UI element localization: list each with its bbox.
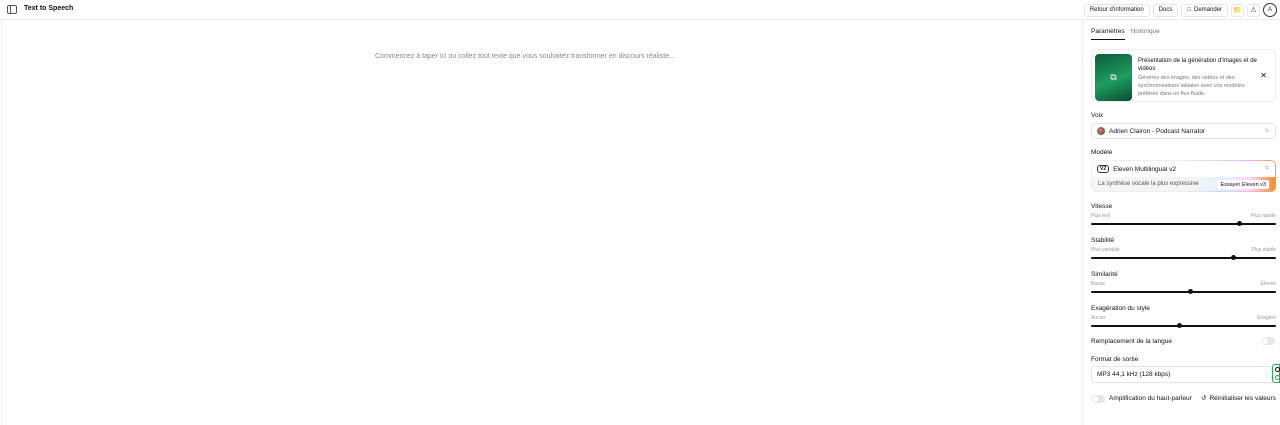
slider-title: Stabilité: [1091, 237, 1115, 244]
promo-thumbnail: ⧉: [1095, 54, 1132, 101]
slider-title: Exagération du style: [1091, 305, 1150, 312]
language-override-toggle[interactable]: [1261, 337, 1275, 345]
language-override-label: Remplacement de la langue: [1091, 338, 1172, 345]
floating-widget[interactable]: [1272, 364, 1280, 383]
voice-avatar: [1097, 127, 1105, 135]
slider-ends: Aucun Exagéré: [1091, 315, 1276, 321]
chevron-updown-icon: ⇅: [1264, 165, 1269, 171]
slider-speed: Vitesse Plus lent Plus rapide: [1091, 203, 1276, 226]
settings-panel: Paramètres Historique ⧉ Présentation de …: [1082, 20, 1280, 425]
reset-icon: ↺: [1201, 395, 1207, 402]
slider-ends: Plus variable Plus stable: [1091, 247, 1276, 253]
model-inner: V2 Eleven Multilingual v2 ⇅ La synthèse …: [1092, 161, 1275, 191]
text-editor[interactable]: Commencez à taper ici ou collez tout tex…: [2, 20, 1083, 425]
slider-track[interactable]: [1091, 221, 1276, 226]
promo-card[interactable]: ⧉ Présentation de la génération d'images…: [1091, 49, 1276, 102]
slider-title: Vitesse: [1091, 203, 1113, 210]
model-badge: V2: [1097, 165, 1110, 173]
avatar[interactable]: A: [1263, 3, 1277, 17]
slider-ends: Plus lent Plus rapide: [1091, 213, 1276, 219]
tab-settings[interactable]: Paramètres: [1091, 28, 1125, 40]
promo-title: Présentation de la génération d'images e…: [1138, 58, 1257, 72]
voice-name: Adrien Clairon - Podcast Narrator: [1109, 127, 1206, 135]
tab-history[interactable]: Historique: [1131, 28, 1160, 40]
model-subtitle: La synthèse vocale la plus expressive: [1098, 181, 1199, 187]
voice-select[interactable]: Adrien Clairon - Podcast Narrator ⇅: [1091, 123, 1276, 139]
model-label: Modèle: [1091, 149, 1113, 156]
model-select[interactable]: V2 Eleven Multilingual v2 ⇅ La synthèse …: [1091, 160, 1276, 192]
ask-button[interactable]: □ Demander: [1181, 3, 1228, 17]
panel-tabs: Paramètres Historique: [1091, 28, 1160, 40]
promo-description: Générez des images, des vidéos et des sy…: [1138, 75, 1245, 97]
slider-title: Similarité: [1091, 271, 1118, 278]
voice-label: Voix: [1091, 112, 1104, 119]
reset-label: Réinitialiser les valeurs: [1209, 394, 1276, 402]
slider-thumb[interactable]: [1230, 255, 1236, 260]
sidebar-toggle-icon[interactable]: [7, 5, 17, 14]
ask-button-label: Demander: [1193, 7, 1222, 13]
folder-icon[interactable]: 📁: [1231, 3, 1244, 17]
model-top: V2 Eleven Multilingual v2 ⇅: [1092, 161, 1275, 177]
slider-track[interactable]: [1091, 323, 1276, 328]
editor-placeholder: Commencez à taper ici ou collez tout tex…: [375, 53, 675, 60]
slider-min-label: Plus lent: [1091, 213, 1111, 219]
slider-max-label: Élevée: [1260, 281, 1276, 287]
page-title: Text to Speech: [24, 5, 74, 12]
chevron-updown-icon: ⇅: [1264, 128, 1269, 134]
slider-max-label: Plus stable: [1251, 247, 1276, 253]
bell-icon[interactable]: ⚠: [1247, 3, 1260, 17]
output-format-select[interactable]: MP3 44,1 kHz (128 kbps) ⌄: [1091, 366, 1276, 383]
slider-similarity: Similarité Basse Élevée: [1091, 271, 1276, 294]
slider-thumb[interactable]: [1236, 221, 1242, 226]
widget-icon: [1275, 375, 1280, 380]
chat-icon: □: [1187, 7, 1191, 13]
slider-max-label: Plus rapide: [1250, 213, 1276, 219]
chevron-down-icon: ⌄: [1264, 371, 1269, 377]
slider-min-label: Basse: [1091, 281, 1105, 287]
reset-button[interactable]: ↺ Réinitialiser les valeurs: [1201, 394, 1276, 403]
slider-min-label: Plus variable: [1091, 247, 1120, 253]
copy-icon: ⧉: [1110, 72, 1117, 82]
speaker-boost-label: Amplification du haut-parleur: [1109, 395, 1192, 402]
speaker-boost-toggle[interactable]: [1091, 395, 1105, 403]
slider-track[interactable]: [1091, 255, 1276, 260]
slider-min-label: Aucun: [1091, 315, 1106, 321]
close-icon[interactable]: ✕: [1260, 71, 1267, 80]
slider-style-exaggeration: Exagération du style Aucun Exagéré: [1091, 305, 1276, 328]
model-name: Eleven Multilingual v2: [1113, 165, 1176, 173]
slider-thumb[interactable]: [1188, 289, 1194, 294]
output-format-label: Format de sortie: [1091, 356, 1139, 363]
slider-thumb[interactable]: [1177, 323, 1183, 328]
output-format-value: MP3 44,1 kHz (128 kbps): [1097, 371, 1171, 378]
slider-max-label: Exagéré: [1257, 315, 1276, 321]
try-v3-button[interactable]: Essayer Eleven v3: [1217, 180, 1269, 189]
top-actions: Retour d'information Docs □ Demander 📁 ⚠…: [1083, 3, 1277, 17]
slider-ends: Basse Élevée: [1091, 281, 1276, 287]
widget-icon: [1275, 367, 1280, 372]
top-bar: Text to Speech Retour d'information Docs…: [0, 0, 1280, 20]
slider-track[interactable]: [1091, 289, 1276, 294]
feedback-button[interactable]: Retour d'information: [1083, 3, 1150, 17]
docs-button[interactable]: Docs: [1152, 3, 1179, 17]
slider-stability: Stabilité Plus variable Plus stable: [1091, 237, 1276, 260]
